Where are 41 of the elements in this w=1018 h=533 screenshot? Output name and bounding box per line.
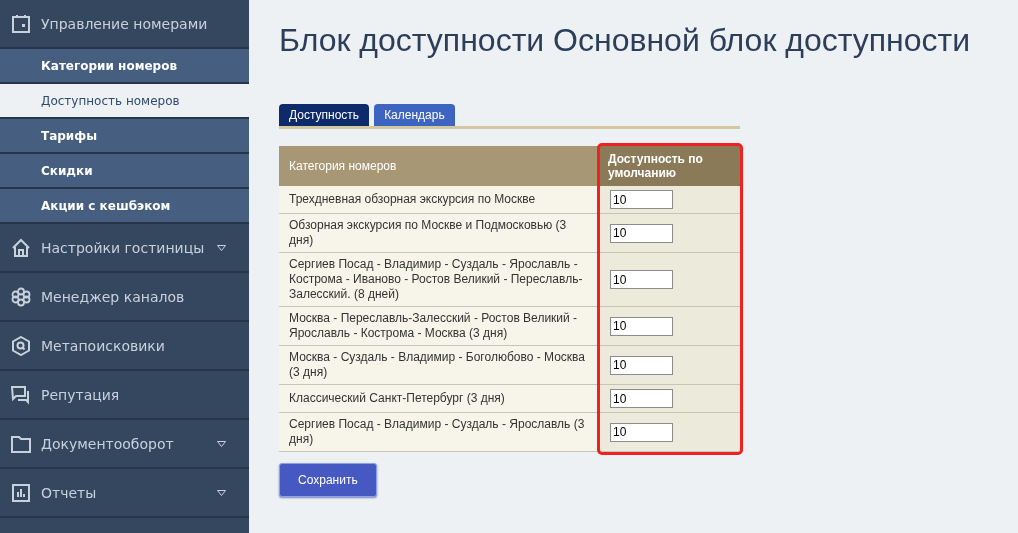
input-field[interactable]: 10 xyxy=(610,422,673,442)
input-field[interactable]: 10 xyxy=(610,270,673,289)
submenu-item[interactable]: Категории номеров xyxy=(0,49,249,84)
sidebar-item[interactable]: Метапоисковики xyxy=(0,322,249,371)
sidebar-item[interactable]: Менеджер каналов xyxy=(0,273,249,322)
sidebar-item[interactable]: Отчеты xyxy=(0,469,249,518)
table-cell: Москва - Переславль-Залесский - Ростов Великий - Ярославль - Кострома - Москва (3 дня) xyxy=(279,306,600,346)
caret-icon xyxy=(217,244,226,251)
input-field[interactable]: 10 xyxy=(610,355,673,375)
input-field[interactable]: 10 xyxy=(610,316,673,336)
submenu-item[interactable]: Доступность номеров xyxy=(0,84,249,119)
page-title: Блок доступности Основной блок доступности xyxy=(279,22,972,60)
search-icon xyxy=(11,335,31,356)
table-cell: Трехдневная обзорная экскурсия по Москве xyxy=(279,186,600,214)
tab[interactable]: Доступность xyxy=(279,104,370,126)
save-button[interactable]: Сохранить xyxy=(279,463,377,497)
table-cell: Сергиев Посад - Владимир - Суздаль - Ярославль (3 дня) xyxy=(279,412,600,452)
input-field[interactable]: 10 xyxy=(610,223,673,243)
caret-icon xyxy=(217,440,226,447)
sidebar-item[interactable]: Репутация xyxy=(0,371,249,420)
tab[interactable]: Календарь xyxy=(374,104,455,126)
house-icon xyxy=(11,237,31,258)
sidebar-item[interactable]: Настройки гостиницы xyxy=(0,224,249,273)
table-cell: Москва - Суздаль - Владимир - Боголюбово - Москва (3 дня) xyxy=(279,345,600,385)
column-header: Категория номеров xyxy=(279,146,600,186)
calendar-icon xyxy=(11,13,31,34)
caret-icon xyxy=(217,489,226,496)
column-header: Доступность по умолчанию xyxy=(600,146,740,186)
sidebar-item[interactable]: Документооборот xyxy=(0,420,249,469)
submenu-item[interactable]: Акции с кешбэком xyxy=(0,189,249,224)
table-cell: Классический Санкт-Петербург (3 дня) xyxy=(279,384,600,413)
chat-icon xyxy=(11,384,31,405)
chart-icon xyxy=(11,482,31,503)
input-field[interactable]: 10 xyxy=(610,389,673,408)
input-field[interactable]: 10 xyxy=(610,190,673,209)
table-cell: Обзорная экскурсия по Москве и Подмосковью (3 дня) xyxy=(279,213,600,253)
folder-icon xyxy=(11,434,31,453)
submenu-item[interactable]: Скидки xyxy=(0,154,249,189)
flower-icon xyxy=(11,286,31,307)
table-cell: Сергиев Посад - Владимир - Суздаль - Ярославль - Кострома - Иваново - Ростов Великий - Переславль-Залесский. (8 дней) xyxy=(279,252,600,307)
submenu-item[interactable]: Тарифы xyxy=(0,119,249,154)
